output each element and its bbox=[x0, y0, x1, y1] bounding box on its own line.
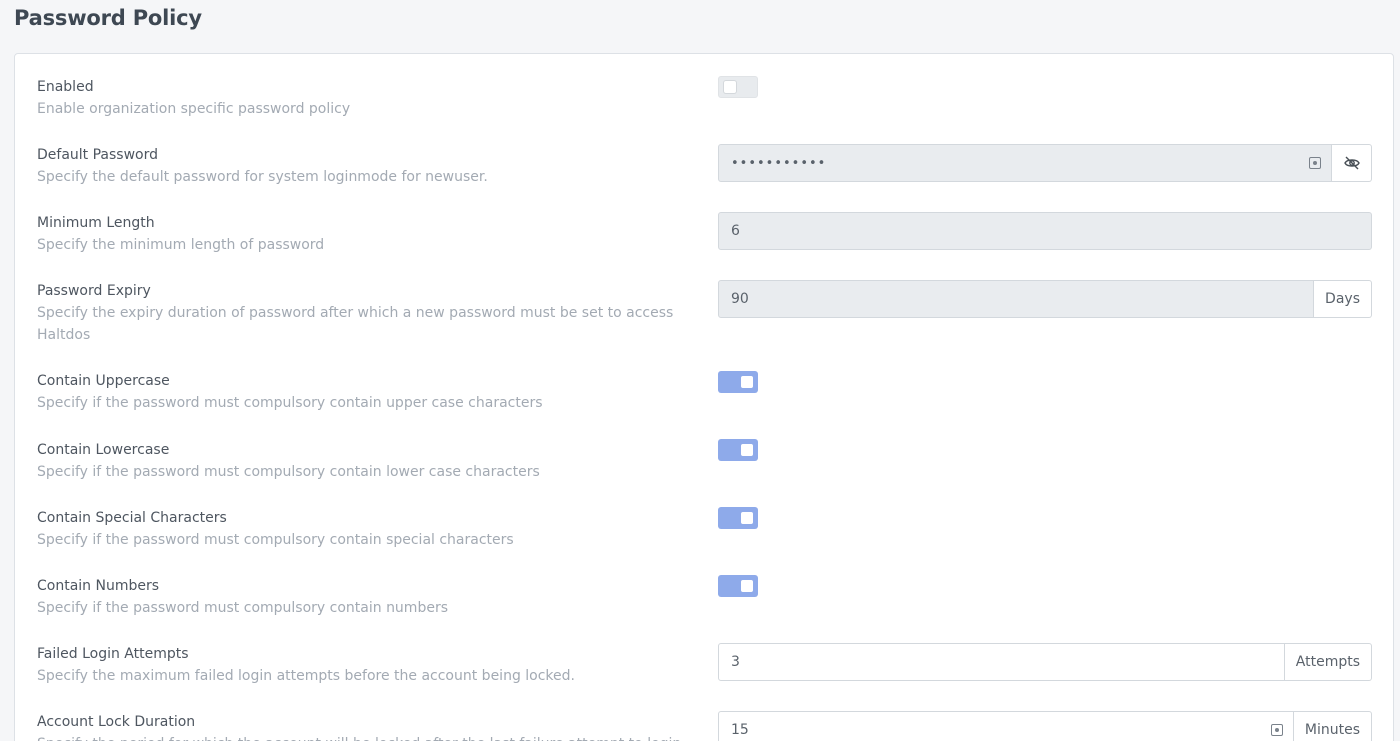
setting-label: Contain Lowercase bbox=[37, 442, 170, 458]
contain-numbers-toggle[interactable] bbox=[718, 575, 758, 597]
setting-description: Specify the period for which the account… bbox=[37, 733, 737, 741]
unit-addon: Minutes bbox=[1293, 711, 1372, 741]
setting-label: Contain Uppercase bbox=[37, 373, 170, 389]
setting-row-contain-lowercase: Contain Lowercase Specify if the passwor… bbox=[37, 439, 1372, 483]
eye-slash-icon bbox=[1343, 156, 1360, 170]
password-expiry-input[interactable]: 90 bbox=[718, 280, 1315, 318]
setting-label: Enabled bbox=[37, 79, 94, 95]
setting-row-enabled: Enabled Enable organization specific pas… bbox=[37, 76, 1372, 120]
setting-row-contain-special: Contain Special Characters Specify if th… bbox=[37, 507, 1372, 551]
unit-addon: Days bbox=[1314, 280, 1372, 318]
account-lock-duration-input[interactable]: 15 bbox=[718, 711, 1294, 741]
setting-row-default-password: Default Password Specify the default pas… bbox=[37, 144, 1372, 188]
password-policy-card: Enabled Enable organization specific pas… bbox=[14, 53, 1394, 741]
setting-description: Specify the minimum length of password bbox=[37, 237, 325, 253]
unit-addon: Attempts bbox=[1284, 643, 1372, 681]
toggle-knob bbox=[741, 580, 753, 592]
setting-description: Specify if the password must compulsory … bbox=[37, 532, 514, 548]
toggle-knob bbox=[741, 512, 753, 524]
setting-row-minimum-length: Minimum Length Specify the minimum lengt… bbox=[37, 212, 1372, 256]
setting-label: Contain Special Characters bbox=[37, 510, 227, 526]
setting-description: Specify if the password must compulsory … bbox=[37, 395, 543, 411]
enabled-toggle[interactable] bbox=[718, 76, 758, 98]
setting-description: Specify the expiry duration of password … bbox=[37, 305, 674, 343]
page-title: Password Policy bbox=[14, 6, 202, 30]
contain-uppercase-toggle[interactable] bbox=[718, 371, 758, 393]
autofill-icon[interactable] bbox=[1270, 724, 1283, 736]
toggle-password-visibility-button[interactable] bbox=[1332, 144, 1372, 182]
contain-special-toggle[interactable] bbox=[718, 507, 758, 529]
setting-label: Contain Numbers bbox=[37, 578, 160, 594]
toggle-knob bbox=[741, 376, 753, 388]
default-password-input[interactable]: ••••••••••• bbox=[718, 144, 1332, 182]
autofill-icon[interactable] bbox=[1309, 157, 1321, 169]
contain-lowercase-toggle[interactable] bbox=[718, 439, 758, 461]
setting-description: Specify the maximum failed login attempt… bbox=[37, 668, 575, 684]
minimum-length-input[interactable]: 6 bbox=[718, 212, 1372, 250]
setting-row-password-expiry: Password Expiry Specify the expiry durat… bbox=[37, 280, 1372, 346]
setting-row-account-lock-duration: Account Lock Duration Specify the period… bbox=[37, 711, 1372, 741]
setting-description: Specify if the password must compulsory … bbox=[37, 600, 448, 616]
setting-description: Enable organization specific password po… bbox=[37, 101, 351, 117]
setting-description: Specify if the password must compulsory … bbox=[37, 464, 540, 480]
toggle-knob bbox=[741, 444, 753, 456]
setting-row-contain-numbers: Contain Numbers Specify if the password … bbox=[37, 575, 1372, 619]
setting-row-contain-uppercase: Contain Uppercase Specify if the passwor… bbox=[37, 370, 1372, 414]
toggle-knob bbox=[724, 81, 736, 93]
setting-row-failed-login-attempts: Failed Login Attempts Specify the maximu… bbox=[37, 643, 1372, 687]
failed-login-attempts-input[interactable]: 3 bbox=[718, 643, 1285, 681]
setting-description: Specify the default password for system … bbox=[37, 169, 488, 185]
